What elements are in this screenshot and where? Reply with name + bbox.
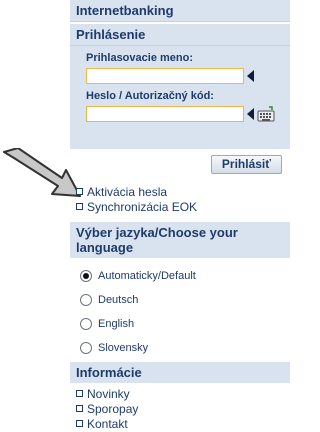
radio-selected[interactable] bbox=[80, 270, 92, 282]
language-options: Automaticky/Default Deutsch English Slov… bbox=[70, 258, 290, 360]
login-panel: Internetbanking Prihlásenie Prihlasovaci… bbox=[70, 0, 290, 432]
bullet-square-icon bbox=[76, 203, 83, 210]
language-option-english[interactable]: English bbox=[80, 312, 290, 336]
language-option-default[interactable]: Automaticky/Default bbox=[80, 264, 290, 288]
info-links: Novinky Sporopay Kontakt bbox=[70, 383, 290, 431]
language-option-label[interactable]: Slovensky bbox=[98, 342, 148, 354]
language-option-label[interactable]: Deutsch bbox=[98, 294, 138, 306]
submit-row: Prihlásiť bbox=[70, 149, 290, 180]
link-label[interactable]: Synchronizácia EOK bbox=[87, 200, 197, 214]
bullet-square-icon bbox=[76, 420, 83, 427]
left-triangle-icon bbox=[247, 70, 254, 82]
link-label[interactable]: Kontakt bbox=[87, 417, 128, 431]
link-sporopay[interactable]: Sporopay bbox=[76, 401, 290, 416]
language-option-label[interactable]: Automaticky/Default bbox=[98, 270, 196, 282]
username-input[interactable] bbox=[86, 68, 244, 84]
link-label[interactable]: Aktivácia hesla bbox=[87, 185, 167, 199]
link-synchronizacia-eok[interactable]: Synchronizácia EOK bbox=[76, 199, 290, 214]
username-row bbox=[86, 66, 290, 86]
login-links: Aktivácia hesla Synchronizácia EOK bbox=[70, 180, 290, 218]
link-aktivacia-hesla[interactable]: Aktivácia hesla bbox=[76, 184, 290, 199]
language-option-label[interactable]: English bbox=[98, 318, 134, 330]
password-input[interactable] bbox=[86, 106, 244, 122]
link-kontakt[interactable]: Kontakt bbox=[76, 416, 290, 431]
radio[interactable] bbox=[80, 342, 92, 354]
bullet-square-icon bbox=[76, 390, 83, 397]
login-form: Prihlasovacie meno: Heslo / Autorizačný … bbox=[70, 46, 290, 149]
language-section-title: Výber jazyka/Choose your language bbox=[70, 222, 290, 258]
bullet-square-icon bbox=[76, 405, 83, 412]
username-label: Prihlasovacie meno: bbox=[86, 52, 193, 64]
link-novinky[interactable]: Novinky bbox=[76, 386, 290, 401]
language-option-slovensky[interactable]: Slovensky bbox=[80, 336, 290, 360]
link-label[interactable]: Novinky bbox=[87, 387, 130, 401]
keyboard-icon[interactable] bbox=[257, 106, 275, 122]
login-section-title: Prihlásenie bbox=[70, 24, 290, 46]
left-triangle-icon bbox=[247, 108, 254, 120]
link-label[interactable]: Sporopay bbox=[87, 402, 138, 416]
language-option-deutsch[interactable]: Deutsch bbox=[80, 288, 290, 312]
header-title: Internetbanking bbox=[70, 0, 290, 22]
info-section-title: Informácie bbox=[70, 362, 290, 383]
login-button[interactable]: Prihlásiť bbox=[210, 155, 282, 174]
bullet-square-icon bbox=[76, 188, 83, 195]
radio[interactable] bbox=[80, 318, 92, 330]
password-row bbox=[86, 104, 290, 124]
radio[interactable] bbox=[80, 294, 92, 306]
password-label: Heslo / Autorizačný kód: bbox=[86, 90, 214, 102]
